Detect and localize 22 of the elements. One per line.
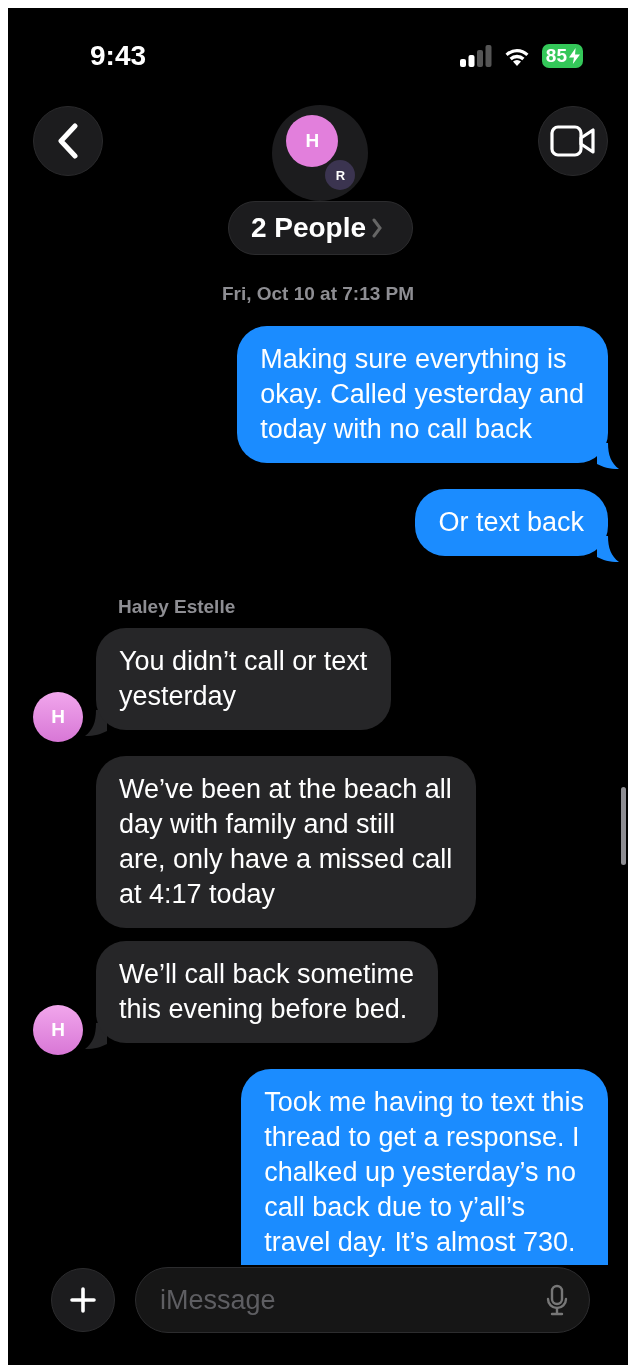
contact-avatar: H [286,115,339,167]
sent-message-bubble: Making sure everything is okay. Called yesterday and today with no call back [237,326,608,463]
back-icon [57,123,79,159]
video-camera-icon [550,125,596,157]
sent-message-bubble: Took me having to text this thread to get a response. I chalked up yesterday’s no call back due to y’all’s travel day. It’s almost 730. [241,1069,608,1265]
received-message-bubble: We’ve been at the beach all day with family and still are, only have a missed call at 4:17 today [96,756,477,928]
received-message-bubble: We’ll call back sometime this evening before bed. [96,941,439,1043]
sender-name: Haley Estelle [117,596,237,618]
message-timestamp: Fri, Oct 10 at 7:13 PM [220,283,416,305]
chevron-icon [372,218,383,238]
received-message-bubble: You didn’t call or text yesterday [96,628,392,730]
group-avatar[interactable]: H R [272,105,369,201]
signal-icon [459,45,492,67]
sent-message-bubble: Or text back [415,489,608,556]
microphone-icon[interactable] [546,1284,568,1316]
status-time: 9:43 [90,40,147,72]
battery-indicator: 85 [541,44,583,68]
message-input-field[interactable]: iMessage [135,1267,590,1333]
plus-icon [70,1287,96,1313]
conversation-title-button[interactable]: 2 People [227,201,414,255]
wifi-icon [503,46,530,66]
contact-avatar: R [325,160,356,190]
